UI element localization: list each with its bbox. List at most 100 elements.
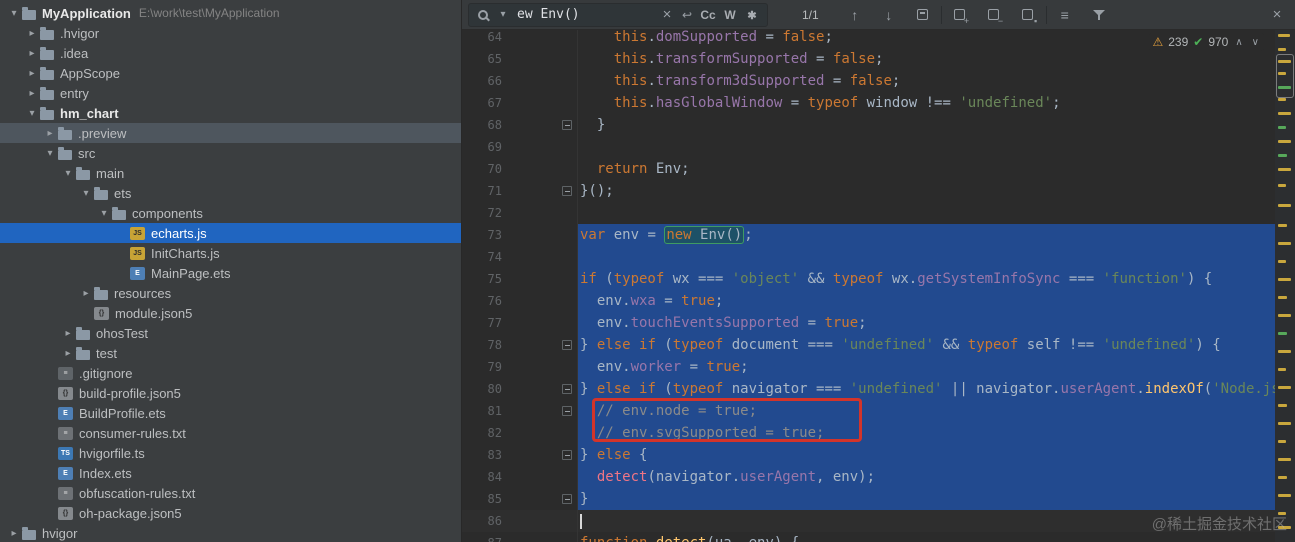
tree-item-build-profile.json5[interactable]: {} build-profile.json5: [0, 383, 461, 403]
code-line-70[interactable]: 70 return Env;: [462, 158, 1275, 180]
code-line-66[interactable]: 66 this.transform3dSupported = false;: [462, 70, 1275, 92]
line-number[interactable]: 71: [462, 180, 502, 202]
code-line-73[interactable]: 73 var env = new Env();: [462, 224, 1275, 246]
code-line-75[interactable]: 75 if (typeof wx === 'object' && typeof w…: [462, 268, 1275, 290]
code-line-74[interactable]: 74: [462, 246, 1275, 268]
stripe-mark[interactable]: [1278, 296, 1287, 299]
stripe-mark[interactable]: [1278, 494, 1291, 497]
next-match-button[interactable]: [879, 5, 899, 25]
stripe-mark[interactable]: [1278, 368, 1286, 371]
search-icon[interactable]: [473, 5, 493, 25]
tree-item-module.json5[interactable]: {} module.json5: [0, 303, 461, 323]
stripe-mark[interactable]: [1278, 314, 1291, 317]
stripe-mark[interactable]: [1278, 476, 1287, 479]
stripe-mark[interactable]: [1278, 458, 1291, 461]
tree-item-oh-package.json5[interactable]: {} oh-package.json5: [0, 503, 461, 523]
stripe-mark[interactable]: [1278, 168, 1291, 171]
stripe-mark[interactable]: [1278, 184, 1286, 187]
code-line-76[interactable]: 76 env.wxa = true;: [462, 290, 1275, 312]
code-line-85[interactable]: 85}: [462, 488, 1275, 510]
tree-item-entry[interactable]: ▸ entry: [0, 83, 461, 103]
line-number[interactable]: 69: [462, 136, 502, 158]
code-line-84[interactable]: 84 detect(navigator.userAgent, env);: [462, 466, 1275, 488]
stripe-mark[interactable]: [1278, 34, 1290, 37]
stripe-mark[interactable]: [1278, 404, 1287, 407]
line-number[interactable]: 80: [462, 378, 502, 400]
tree-item-MyApplication[interactable]: ▾ MyApplication E:\work\test\MyApplication: [0, 3, 461, 23]
chevron-right-icon[interactable]: ▸: [60, 348, 76, 359]
chevron-right-icon[interactable]: ▸: [42, 128, 58, 139]
stripe-mark[interactable]: [1278, 260, 1286, 263]
code-line-69[interactable]: 69: [462, 136, 1275, 158]
line-number[interactable]: 84: [462, 466, 502, 488]
code-line-81[interactable]: 81 // env.node = true;: [462, 400, 1275, 422]
tree-item-.gitignore[interactable]: ≡ .gitignore: [0, 363, 461, 383]
chevron-right-icon[interactable]: ▸: [24, 48, 40, 59]
regex-toggle[interactable]: [741, 8, 763, 22]
tree-item-InitCharts.js[interactable]: JS InitCharts.js: [0, 243, 461, 263]
chevron-down-icon[interactable]: ▾: [96, 208, 112, 219]
fold-marker-icon[interactable]: [562, 406, 572, 416]
previous-match-button[interactable]: [845, 5, 865, 25]
line-number[interactable]: 70: [462, 158, 502, 180]
stripe-mark[interactable]: [1278, 440, 1286, 443]
chevron-down-icon[interactable]: ▾: [60, 168, 76, 179]
stripe-mark[interactable]: [1278, 242, 1291, 245]
line-number[interactable]: 76: [462, 290, 502, 312]
tree-item-.hvigor[interactable]: ▸ .hvigor: [0, 23, 461, 43]
line-number[interactable]: 77: [462, 312, 502, 334]
stripe-mark[interactable]: [1278, 60, 1291, 63]
tree-item-ets[interactable]: ▾ ets: [0, 183, 461, 203]
stripe-mark[interactable]: [1278, 112, 1291, 115]
line-number[interactable]: 74: [462, 246, 502, 268]
stripe-mark[interactable]: [1278, 126, 1286, 129]
newline-icon[interactable]: [677, 5, 697, 25]
chevron-down-icon[interactable]: ▾: [42, 148, 58, 159]
tree-item-BuildProfile.ets[interactable]: E BuildProfile.ets: [0, 403, 461, 423]
select-all-occurrences-button[interactable]: [1018, 5, 1038, 26]
search-field[interactable]: ew Env() Cc W: [468, 2, 768, 27]
search-query-input[interactable]: ew Env(): [513, 7, 657, 22]
tree-item-.preview[interactable]: ▸ .preview: [0, 123, 461, 143]
code-line-82[interactable]: 82 // env.svgSupported = true;: [462, 422, 1275, 444]
add-occurrence-button[interactable]: [950, 5, 970, 26]
tree-item-ohosTest[interactable]: ▸ ohosTest: [0, 323, 461, 343]
code-line-68[interactable]: 68 }: [462, 114, 1275, 136]
line-number[interactable]: 85: [462, 488, 502, 510]
tree-item-hm_chart[interactable]: ▾ hm_chart: [0, 103, 461, 123]
code-line-72[interactable]: 72: [462, 202, 1275, 224]
chevron-right-icon[interactable]: ▸: [78, 288, 94, 299]
clear-search-icon[interactable]: [657, 5, 677, 25]
tree-item-src[interactable]: ▾ src: [0, 143, 461, 163]
line-number[interactable]: 81: [462, 400, 502, 422]
stripe-mark[interactable]: [1278, 422, 1291, 425]
chevron-right-icon[interactable]: ▸: [24, 68, 40, 79]
tree-item-hvigor[interactable]: ▸ hvigor: [0, 523, 461, 542]
tree-item-AppScope[interactable]: ▸ AppScope: [0, 63, 461, 83]
line-number[interactable]: 73: [462, 224, 502, 246]
chevron-down-icon[interactable]: ▾: [6, 8, 22, 19]
tree-item-Index.ets[interactable]: E Index.ets: [0, 463, 461, 483]
code-line-83[interactable]: 83} else {: [462, 444, 1275, 466]
line-number[interactable]: 82: [462, 422, 502, 444]
code-line-80[interactable]: 80} else if (typeof navigator === 'undef…: [462, 378, 1275, 400]
line-number[interactable]: 72: [462, 202, 502, 224]
line-number[interactable]: 65: [462, 48, 502, 70]
code-line-78[interactable]: 78} else if (typeof document === 'undefi…: [462, 334, 1275, 356]
code-line-65[interactable]: 65 this.transformSupported = false;: [462, 48, 1275, 70]
fold-marker-icon[interactable]: [562, 384, 572, 394]
code-line-79[interactable]: 79 env.worker = true;: [462, 356, 1275, 378]
chevron-right-icon[interactable]: ▸: [60, 328, 76, 339]
stripe-mark[interactable]: [1278, 72, 1286, 75]
tree-item-test[interactable]: ▸ test: [0, 343, 461, 363]
fold-marker-icon[interactable]: [562, 186, 572, 196]
stripe-mark[interactable]: [1278, 204, 1291, 207]
match-case-toggle[interactable]: Cc: [697, 8, 719, 22]
line-number[interactable]: 67: [462, 92, 502, 114]
tree-item-resources[interactable]: ▸ resources: [0, 283, 461, 303]
tree-item-consumer-rules.txt[interactable]: ≡ consumer-rules.txt: [0, 423, 461, 443]
fold-marker-icon[interactable]: [562, 494, 572, 504]
close-find-bar-icon[interactable]: [1267, 5, 1287, 25]
stripe-mark[interactable]: [1278, 332, 1287, 335]
remove-occurrence-button[interactable]: [984, 5, 1004, 26]
